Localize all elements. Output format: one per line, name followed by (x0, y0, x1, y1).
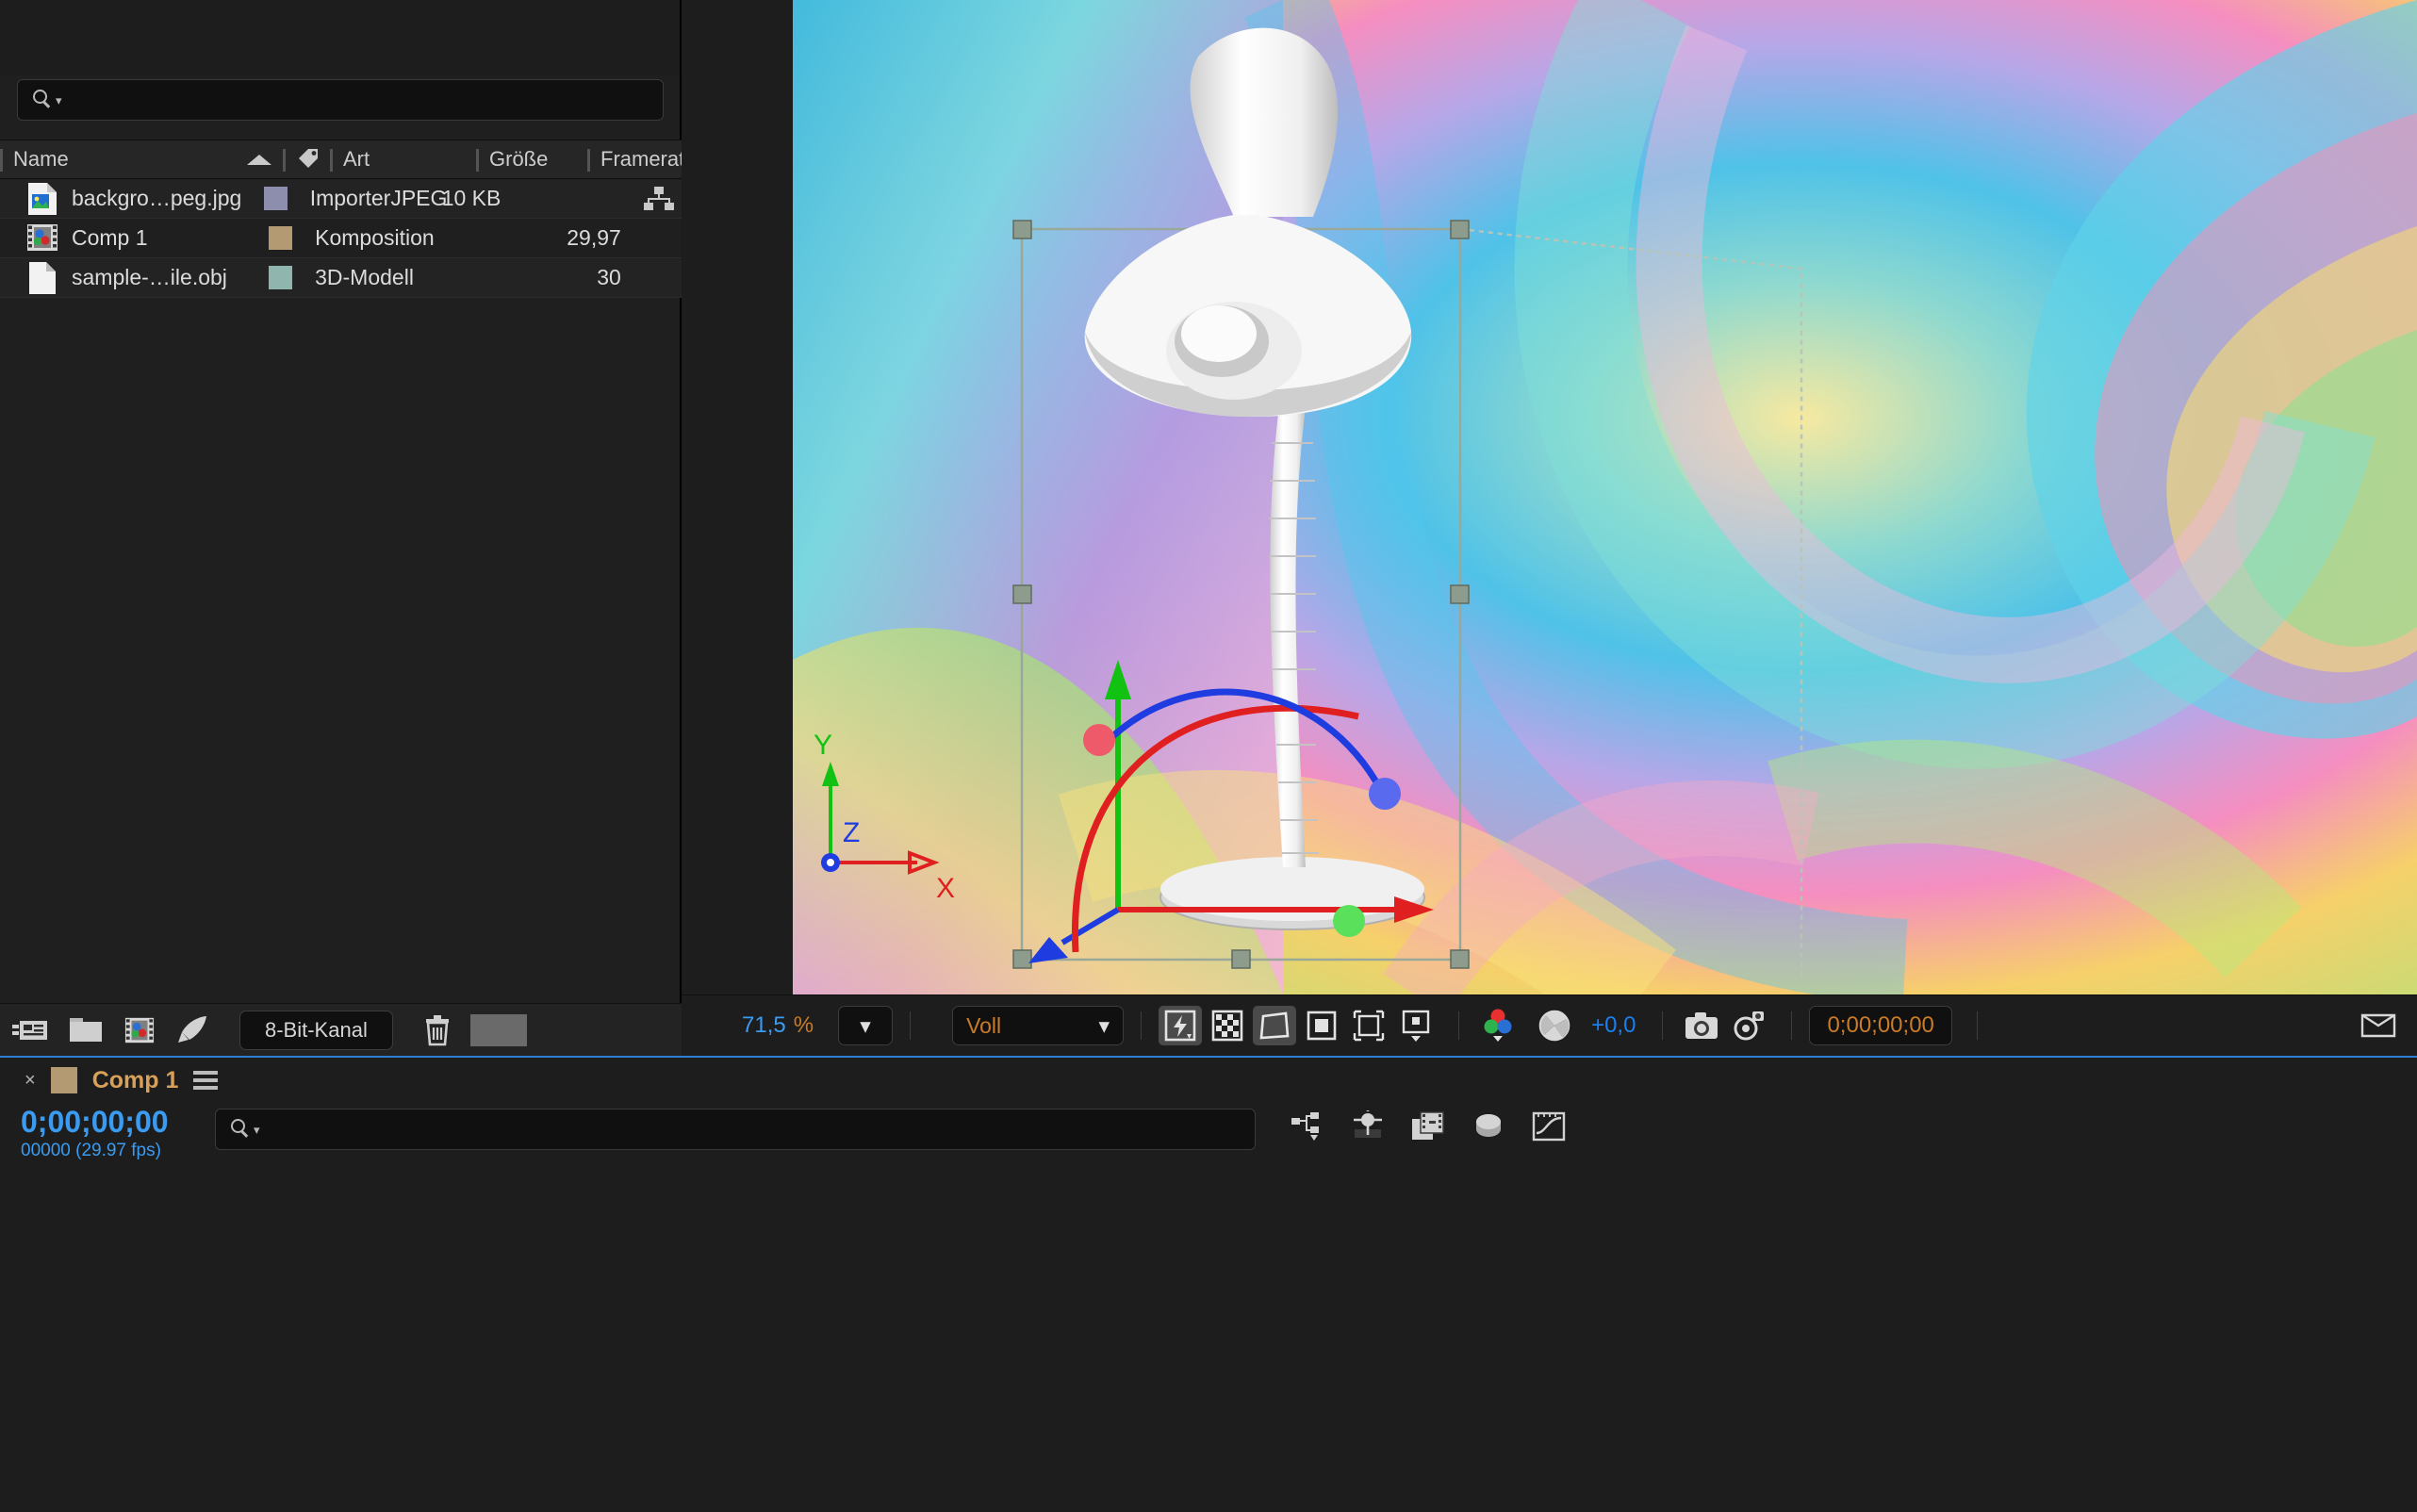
project-panel-topbar (0, 0, 680, 75)
after-effects-window: ▾ Name Art Größe Framerate backgro…peg.j… (0, 0, 2417, 1512)
timeline-controls: 0;00;00;00 00000 (29.97 fps) ▾ (0, 1103, 2417, 1160)
project-item-framerate: 30 (597, 265, 621, 289)
composition-stage[interactable]: Y Z X (793, 0, 2417, 994)
project-item-list: backgro…peg.jpg ImporterJPEG 10 KB Comp … (0, 179, 682, 298)
transparency-grid-icon[interactable] (1206, 1006, 1249, 1045)
new-folder-icon[interactable] (68, 1015, 104, 1045)
snapshot-icon[interactable] (1680, 1006, 1723, 1045)
viewer-toolbar: 71,5 % ▾ Voll ▾ +0,0 0;00;00;00 (682, 994, 2417, 1056)
project-item-swatch[interactable] (269, 226, 293, 250)
project-item-row[interactable]: sample-…ile.obj 3D-Modell 30 (0, 258, 682, 298)
bit-depth-button[interactable]: 8-Bit-Kanal (239, 1010, 393, 1050)
svg-text:Z: Z (843, 817, 860, 848)
project-item-swatch[interactable] (269, 266, 293, 289)
divider (1976, 1011, 1978, 1040)
svg-text:X: X (936, 873, 955, 904)
project-item-row[interactable]: Comp 1 Komposition 29,97 (0, 219, 682, 258)
mask-outline-icon[interactable] (1300, 1006, 1343, 1045)
comp-color-swatch (50, 1067, 77, 1093)
new-composition-icon[interactable] (123, 1015, 156, 1045)
channels-icon[interactable] (1476, 1006, 1520, 1045)
project-item-size: 10 KB (441, 186, 501, 210)
generic-file-icon (26, 261, 58, 295)
delete-icon[interactable] (423, 1014, 452, 1046)
project-column-headers: Name Art Größe Framerate (0, 140, 696, 179)
divider (1662, 1011, 1664, 1040)
project-panel-footer: 8-Bit-Kanal (0, 1003, 682, 1056)
exposure-value[interactable]: +0,0 (1591, 1012, 1636, 1039)
exposure-icon[interactable] (1533, 1006, 1576, 1045)
column-header-name[interactable]: Name (0, 140, 283, 178)
hierarchy-icon (643, 186, 682, 212)
project-panel: ▾ Name Art Größe Framerate backgro…peg.j… (0, 0, 696, 1056)
tag-icon (296, 148, 319, 171)
project-item-framerate: 29,97 (567, 225, 621, 250)
image-file-icon (26, 182, 58, 216)
project-item-row[interactable]: backgro…peg.jpg ImporterJPEG 10 KB (0, 179, 682, 219)
3d-renderer-icon[interactable] (1471, 1110, 1506, 1142)
viewer-timecode[interactable]: 0;00;00;00 (1809, 1006, 1952, 1045)
divider (1141, 1011, 1143, 1040)
3d-view-icon[interactable] (1394, 1006, 1438, 1045)
project-item-art: 3D-Modell (315, 265, 414, 289)
project-item-name: Comp 1 (72, 225, 148, 250)
divider (910, 1011, 912, 1040)
project-item-name: sample-…ile.obj (72, 265, 227, 289)
zoom-unit: % (793, 1012, 814, 1038)
renderer-options-icon[interactable] (2357, 1006, 2400, 1045)
timeline-toolbar (1290, 1110, 1567, 1142)
project-search-input[interactable]: ▾ (17, 79, 664, 121)
timeline-current-time[interactable]: 0;00;00;00 (21, 1105, 169, 1140)
rocket-icon[interactable] (175, 1014, 209, 1046)
region-of-interest-icon[interactable] (1253, 1006, 1297, 1045)
graph-editor-icon[interactable] (1531, 1110, 1567, 1142)
axis-indicator: Y Z X (814, 730, 955, 904)
timeline-tab[interactable]: × Comp 1 (0, 1058, 2417, 1103)
panel-menu-icon[interactable] (193, 1071, 219, 1090)
project-item-name: backgro…peg.jpg (72, 186, 242, 210)
zoom-level[interactable]: 71,5 (742, 1012, 786, 1039)
interpret-footage-icon[interactable] (11, 1015, 49, 1045)
composition-viewer-panel: Y Z X 71,5 % ▾ Voll ▾ +0,0 0;00;00;00 (682, 0, 2417, 1056)
divider (1458, 1011, 1460, 1040)
divider (1791, 1011, 1793, 1040)
frame-blend-icon[interactable] (1410, 1110, 1446, 1142)
fast-preview-icon[interactable] (1159, 1006, 1203, 1045)
search-icon (231, 1119, 252, 1140)
column-header-size[interactable]: Größe (476, 140, 587, 178)
project-item-swatch[interactable] (263, 187, 288, 210)
close-icon[interactable]: × (25, 1070, 36, 1092)
timeline-search-input[interactable]: ▾ (215, 1109, 1256, 1150)
svg-text:Y: Y (814, 730, 832, 761)
timeline-frame-info: 00000 (29.97 fps) (21, 1141, 161, 1160)
chevron-down-icon: ▾ (254, 1122, 260, 1137)
project-footer-chip[interactable] (469, 1013, 527, 1046)
comp-tab-label[interactable]: Comp 1 (92, 1067, 179, 1094)
column-header-tag[interactable] (283, 140, 330, 178)
composition-icon (26, 222, 58, 255)
graph-switches-icon[interactable] (1290, 1110, 1325, 1142)
show-snapshot-icon[interactable] (1727, 1006, 1770, 1045)
project-item-art: ImporterJPEG (309, 186, 448, 210)
title-safe-icon[interactable] (1347, 1006, 1390, 1045)
chevron-down-icon: ▾ (56, 92, 62, 107)
motion-blur-icon[interactable] (1350, 1110, 1386, 1142)
resolution-dropdown[interactable]: Voll ▾ (952, 1006, 1125, 1045)
zoom-dropdown[interactable]: ▾ (838, 1006, 894, 1045)
sort-ascending-icon[interactable] (247, 154, 271, 165)
column-header-framerate[interactable]: Framerate (587, 140, 696, 178)
column-header-art[interactable]: Art (330, 140, 476, 178)
timeline-panel: × Comp 1 0;00;00;00 00000 (29.97 fps) ▾ (0, 1056, 2417, 1512)
search-icon (33, 90, 54, 110)
project-item-art: Komposition (315, 225, 435, 250)
